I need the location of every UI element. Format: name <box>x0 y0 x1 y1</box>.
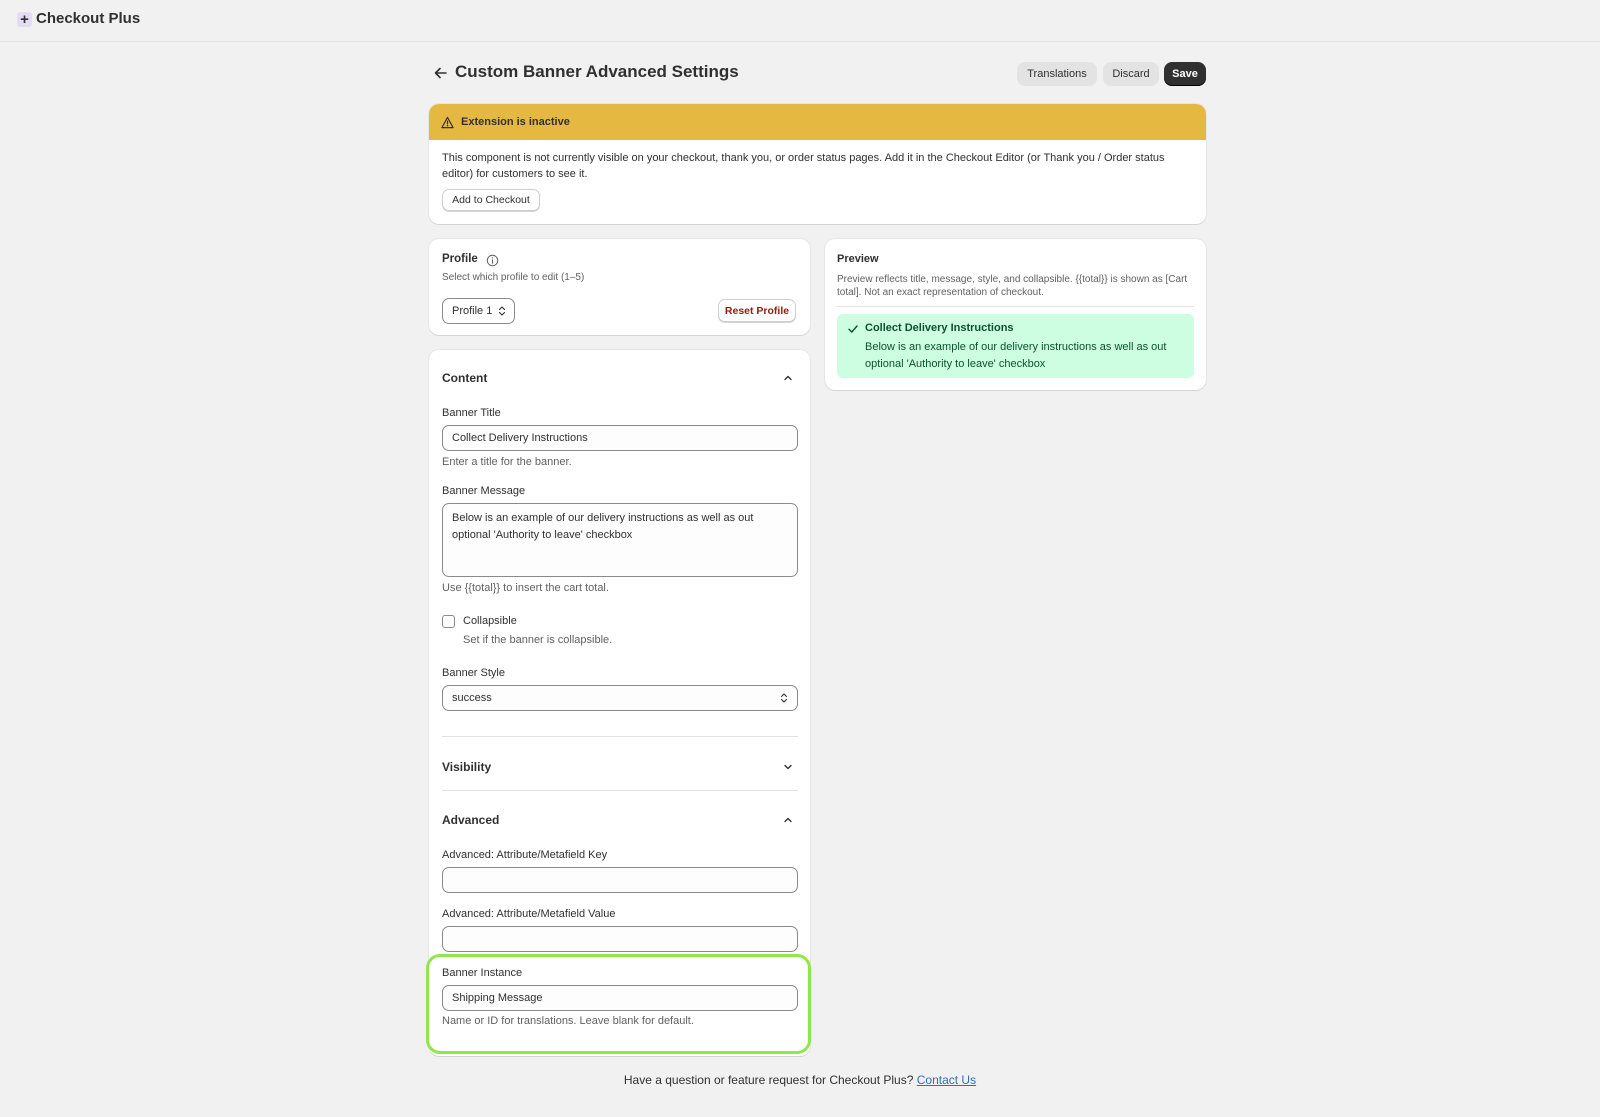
reset-profile-button[interactable]: Reset Profile <box>718 299 796 322</box>
inactive-warning-card: Extension is inactive This component is … <box>429 104 1206 224</box>
banner-instance-value: Shipping Message <box>452 992 543 1004</box>
preview-title: Preview <box>837 253 879 265</box>
chevron-down-icon[interactable] <box>782 761 794 773</box>
footer: Have a question or feature request for C… <box>0 1073 1600 1087</box>
back-arrow-icon[interactable] <box>431 63 451 83</box>
banner-message-textarea[interactable]: Below is an example of our delivery inst… <box>442 503 798 577</box>
visibility-section-title[interactable]: Visibility <box>442 760 491 774</box>
check-icon <box>848 325 858 333</box>
app-name: Checkout Plus <box>36 10 141 27</box>
preview-divider <box>837 306 1194 307</box>
metafield-key-input[interactable] <box>442 867 798 893</box>
section-divider <box>442 790 798 791</box>
banner-title-input[interactable]: Collect Delivery Instructions <box>442 425 798 451</box>
profile-select-value: Profile 1 <box>452 305 493 317</box>
preview-card: Preview Preview reflects title, message,… <box>825 239 1206 390</box>
preview-banner: Collect Delivery Instructions Below is a… <box>837 314 1194 378</box>
discard-button[interactable]: Discard <box>1103 62 1159 86</box>
metafield-value-input[interactable] <box>442 926 798 952</box>
translations-button[interactable]: Translations <box>1017 62 1097 86</box>
banner-title-label: Banner Title <box>442 407 501 419</box>
preview-banner-title: Collect Delivery Instructions <box>865 322 1014 334</box>
top-bar: + Checkout Plus <box>0 0 1600 42</box>
chevron-up-icon[interactable] <box>782 372 794 384</box>
profile-card: Profile Select which profile to edit (1–… <box>429 239 810 335</box>
warning-header: Extension is inactive <box>429 104 1206 140</box>
metafield-value-label: Advanced: Attribute/Metafield Value <box>442 908 616 920</box>
collapsible-help: Set if the banner is collapsible. <box>463 634 613 646</box>
banner-message-help: Use {{total}} to insert the cart total. <box>442 582 609 594</box>
banner-title-help: Enter a title for the banner. <box>442 456 572 468</box>
preview-description: Preview reflects title, message, style, … <box>837 274 1188 298</box>
profile-select[interactable]: Profile 1 <box>442 298 515 324</box>
add-to-checkout-button[interactable]: Add to Checkout <box>442 189 540 211</box>
banner-style-value: success <box>452 692 492 704</box>
settings-card: Content Banner Title Collect Delivery In… <box>429 350 810 1056</box>
banner-instance-input[interactable]: Shipping Message <box>442 985 798 1011</box>
banner-instance-label: Banner Instance <box>442 967 523 979</box>
updown-icon <box>780 693 788 703</box>
banner-title-value: Collect Delivery Instructions <box>452 432 588 444</box>
updown-icon <box>498 306 506 316</box>
warning-title: Extension is inactive <box>461 116 570 128</box>
section-divider <box>442 736 798 737</box>
warning-icon <box>441 116 454 128</box>
metafield-key-label: Advanced: Attribute/Metafield Key <box>442 849 608 861</box>
profile-subtitle: Select which profile to edit (1–5) <box>442 272 585 283</box>
plus-logo-icon: + <box>17 12 32 27</box>
info-icon[interactable] <box>486 254 499 267</box>
banner-instance-help: Name or ID for translations. Leave blank… <box>442 1015 694 1027</box>
banner-style-label: Banner Style <box>442 667 505 679</box>
content-section-title[interactable]: Content <box>442 371 487 385</box>
page-title: Custom Banner Advanced Settings <box>455 62 739 81</box>
collapsible-checkbox[interactable] <box>442 615 455 628</box>
collapsible-label[interactable]: Collapsible <box>463 615 517 627</box>
banner-message-label: Banner Message <box>442 485 526 497</box>
warning-body: This component is not currently visible … <box>442 152 1165 180</box>
preview-banner-message: Below is an example of our delivery inst… <box>865 341 1167 370</box>
advanced-section-title[interactable]: Advanced <box>442 813 499 827</box>
footer-text: Have a question or feature request for C… <box>623 1073 914 1087</box>
profile-title: Profile <box>442 253 478 265</box>
page-header: Custom Banner Advanced Settings Translat… <box>429 59 1206 87</box>
save-button[interactable]: Save <box>1164 62 1206 86</box>
banner-style-select[interactable]: success <box>442 685 798 711</box>
contact-us-link[interactable]: Contact Us <box>917 1073 976 1087</box>
chevron-up-icon[interactable] <box>782 814 794 826</box>
